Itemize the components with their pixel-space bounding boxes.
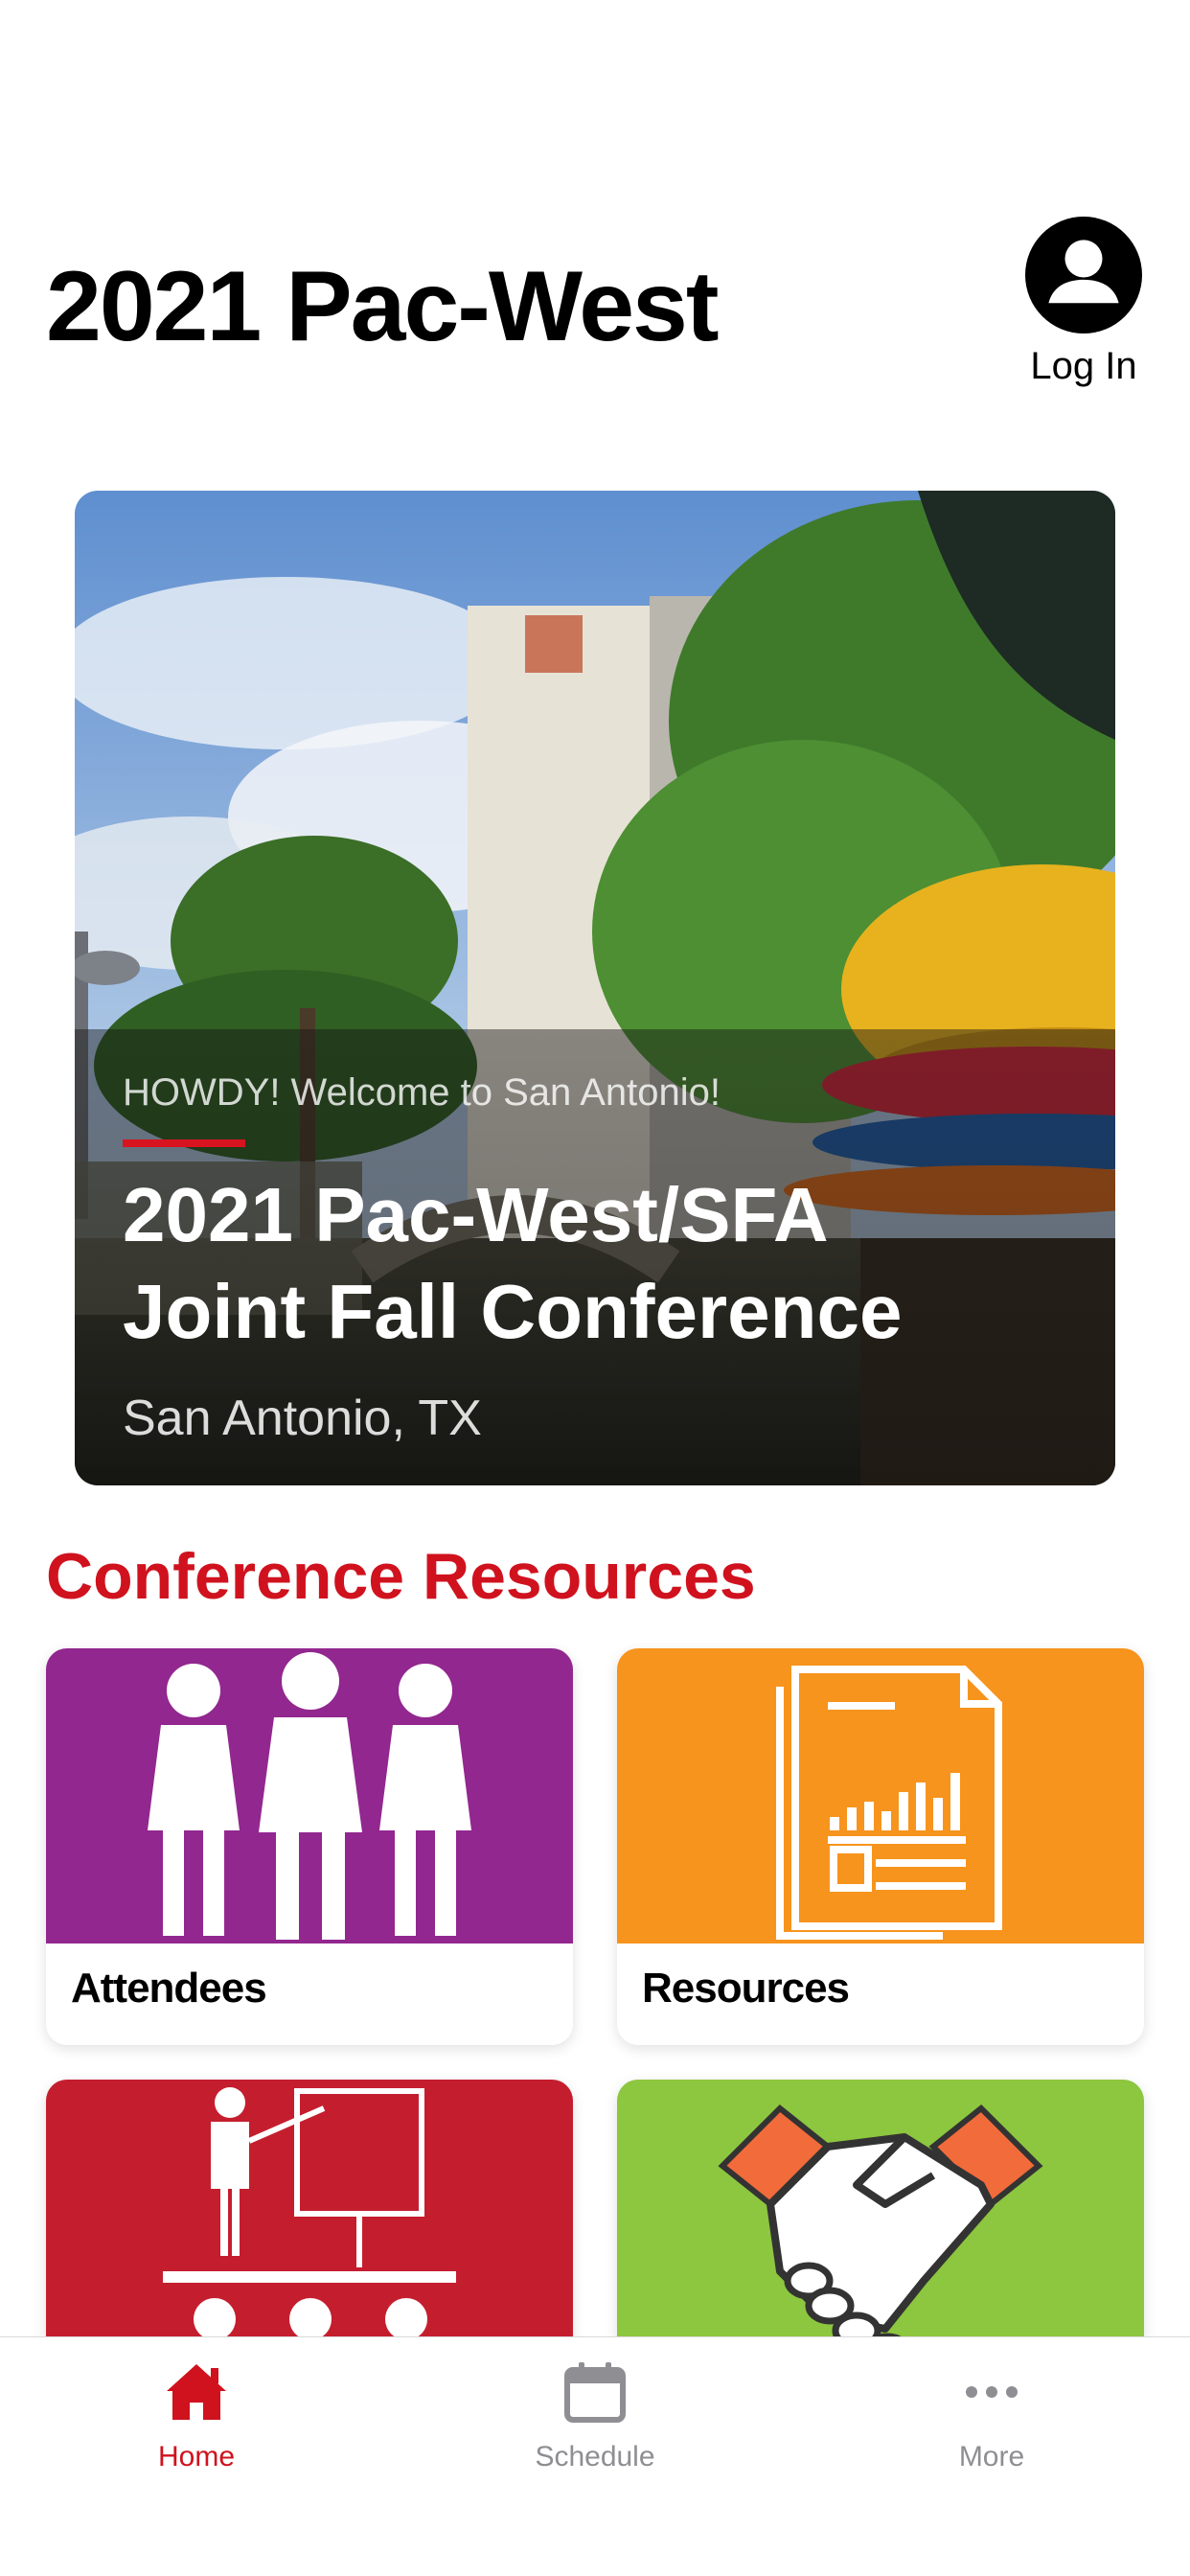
page-title: 2021 Pac-West: [46, 251, 720, 362]
tile-art: [46, 2080, 573, 2375]
hero-card[interactable]: HOWDY! Welcome to San Antonio! 2021 Pac-…: [75, 491, 1115, 1485]
header: 2021 Pac-West Log In: [0, 0, 1190, 441]
presentation-icon: [163, 2087, 456, 2375]
section-title: Conference Resources: [46, 1540, 756, 1613]
tile-art: [46, 1648, 573, 1944]
tile-art: [617, 1648, 1144, 1944]
tab-schedule[interactable]: Schedule: [470, 2358, 720, 2473]
hero-accent-line: [123, 1139, 245, 1147]
handshake-icon: [718, 2104, 1043, 2371]
hero-kicker: HOWDY! Welcome to San Antonio!: [123, 1071, 721, 1114]
home-icon: [167, 2364, 226, 2420]
calendar-icon: [564, 2362, 626, 2423]
tile-attendees[interactable]: Attendees: [46, 1648, 573, 2045]
hero-location: San Antonio, TX: [123, 1391, 482, 1446]
document-icon: [776, 1666, 1002, 1940]
login-label: Log In: [1030, 345, 1137, 387]
more-icon: [966, 2386, 1018, 2398]
tab-label-schedule: Schedule: [535, 2441, 655, 2472]
tile-resources[interactable]: Resources: [617, 1648, 1144, 2045]
people-icon: [148, 1652, 471, 1940]
hero-title: 2021 Pac-West/SFA Joint Fall Conference: [123, 1172, 903, 1354]
user-icon: [1025, 217, 1142, 334]
tile-label-resources: Resources: [642, 1965, 850, 2012]
login-button[interactable]: Log In: [1021, 217, 1146, 388]
tab-more[interactable]: More: [867, 2358, 1116, 2473]
tab-bar: Home Schedule More: [0, 2336, 1190, 2576]
tab-home[interactable]: Home: [72, 2358, 321, 2473]
tab-label-more: More: [958, 2441, 1025, 2472]
tab-label-home: Home: [157, 2441, 236, 2472]
tile-label-attendees: Attendees: [71, 1965, 267, 2012]
tile-art: [617, 2080, 1144, 2375]
